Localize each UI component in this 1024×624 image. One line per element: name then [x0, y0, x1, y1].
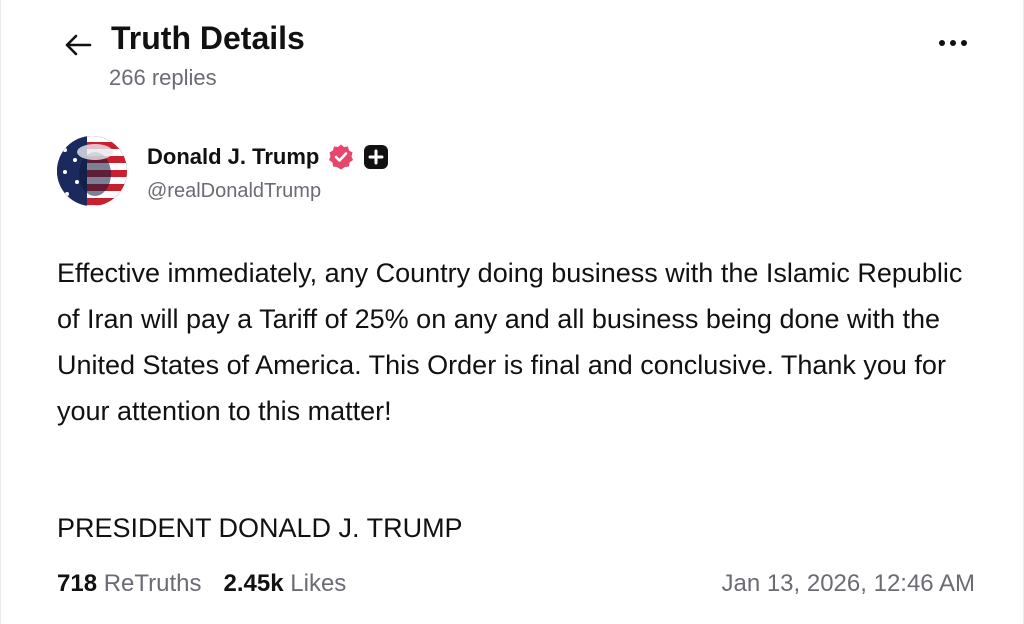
- plus-badge-icon: [364, 145, 389, 169]
- more-dot: [950, 40, 956, 46]
- truth-details-view: Truth Details 266 replies Donald J. Trum…: [0, 0, 1024, 624]
- likes-label: Likes: [290, 570, 347, 597]
- retruths-stat[interactable]: 718 ReTruths: [57, 566, 202, 602]
- post-timestamp: Jan 13, 2026, 12:46 AM: [721, 570, 975, 597]
- avatar[interactable]: [57, 136, 127, 206]
- likes-stat[interactable]: 2.45k Likes: [224, 566, 347, 602]
- back-button[interactable]: [61, 28, 95, 62]
- author-name[interactable]: Donald J. Trump: [147, 144, 319, 170]
- verified-badge-icon: [329, 144, 354, 170]
- author-handle[interactable]: @realDonaldTrump: [147, 180, 321, 203]
- post-stats: 718 ReTruths 2.45k Likes: [57, 566, 346, 602]
- post-text: Effective immediately, any Country doing…: [57, 258, 963, 426]
- likes-count: 2.45k: [223, 570, 284, 597]
- post-signature: PRESIDENT DONALD J. TRUMP: [57, 513, 463, 543]
- more-horizontal-icon: [939, 40, 945, 46]
- avatar-image: [57, 136, 127, 206]
- post-author: Donald J. Trump @realDonaldTrump: [57, 136, 657, 208]
- replies-count: 266 replies: [109, 65, 217, 90]
- author-name-row: Donald J. Trump: [147, 140, 389, 174]
- retruths-count: 718: [57, 570, 98, 597]
- page-header: Truth Details 266 replies: [57, 18, 967, 98]
- more-dot: [961, 40, 967, 46]
- more-options-button[interactable]: [931, 28, 975, 58]
- arrow-left-icon: [65, 34, 92, 56]
- retruths-label: ReTruths: [103, 570, 202, 597]
- page-title: Truth Details: [111, 20, 305, 56]
